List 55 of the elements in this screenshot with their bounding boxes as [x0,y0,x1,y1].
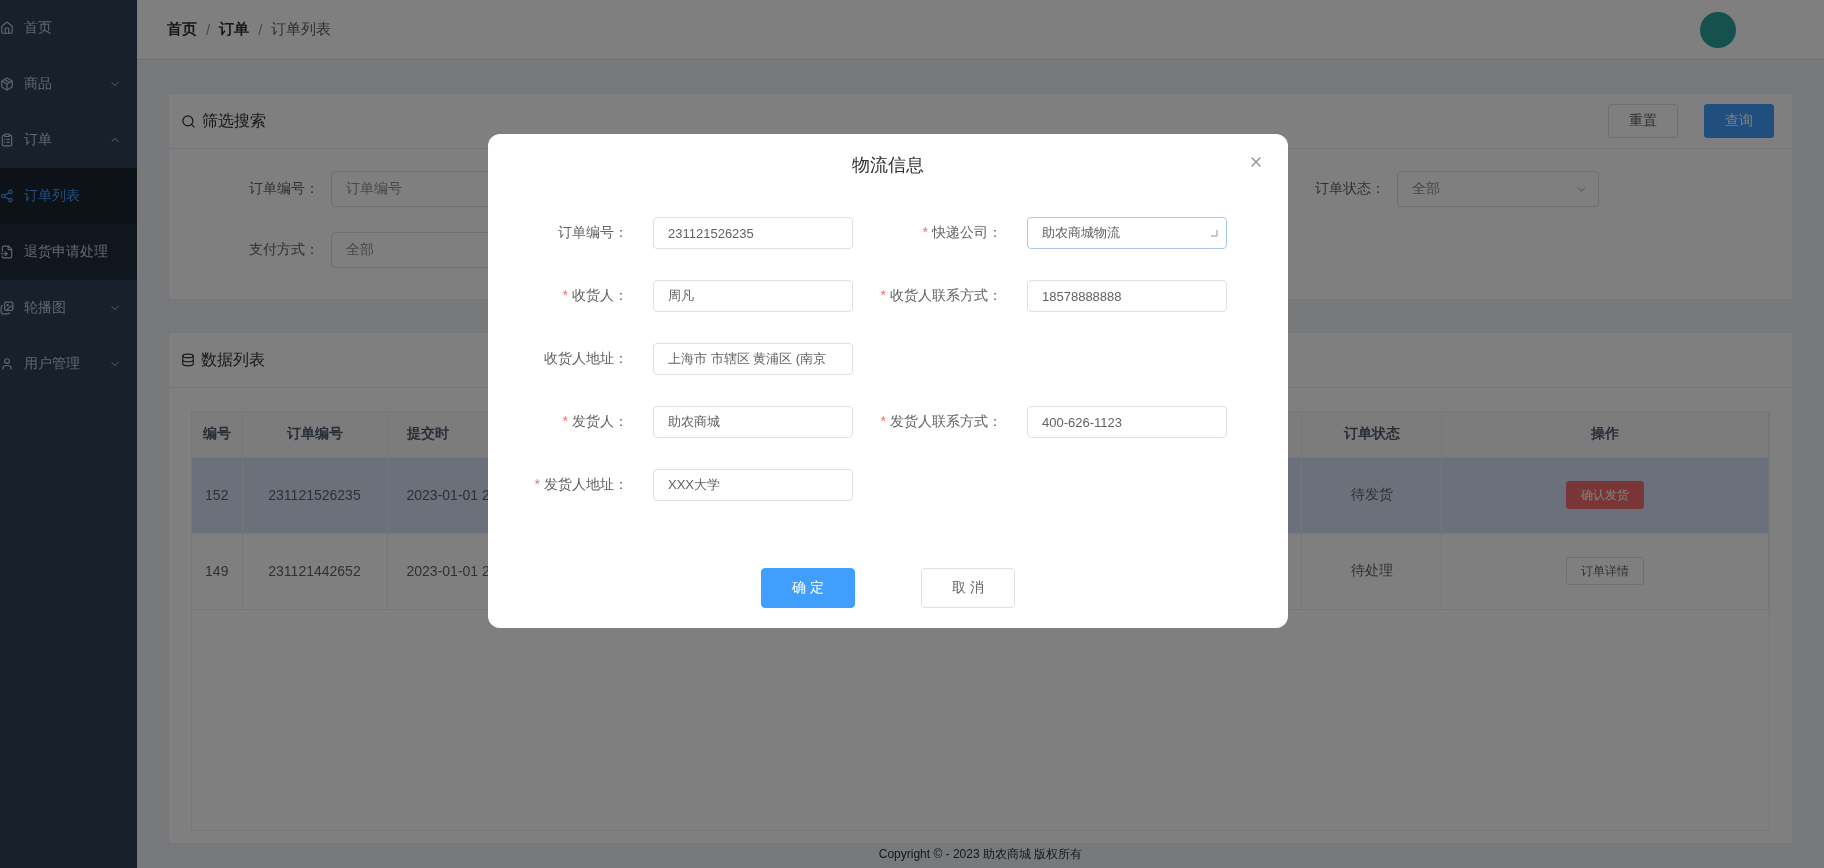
field-label: 支付方式： [248,241,319,259]
reset-button[interactable]: 重置 [1608,104,1678,138]
field-label: 订单编号： [557,224,629,242]
avatar[interactable] [1700,11,1736,48]
input-field[interactable]: 助农商城 [653,406,853,438]
card-title: 数据列表 [201,349,265,370]
input-field[interactable]: 231121526235 [653,217,853,249]
query-button[interactable]: 查询 [1704,104,1774,138]
field-label: 收货人地址： [543,350,629,368]
package-icon [0,77,14,91]
user-icon [0,357,14,371]
table-cell: 152 [192,457,242,533]
input-field[interactable]: 400-626-1123 [1027,406,1227,438]
column-header: 编号 [192,412,242,457]
cancel-button[interactable]: 取 消 [921,568,1015,608]
field-label: 订单状态： [1314,180,1385,198]
breadcrumb-item[interactable]: 订单 [219,20,250,39]
home-icon [0,21,14,35]
input-field[interactable]: 上海市 市辖区 黄浦区 (南京 [653,343,853,375]
breadcrumb-separator: / [258,21,263,38]
input-field[interactable]: 18578888888 [1027,280,1227,312]
select-field[interactable]: 助农商城物流 [1027,217,1227,249]
database-icon [181,353,195,367]
field-label: * 发货人联系方式： [879,413,1003,431]
action-button[interactable]: 确认发货 [1566,481,1644,509]
dialog-title: 物流信息 [852,154,924,177]
corner-icon [1210,229,1218,237]
images-icon [0,301,14,315]
confirm-button[interactable]: 确 定 [761,568,855,608]
table-cell: 待发货 [1301,457,1442,533]
field-label: * 收货人： [561,287,629,305]
breadcrumb-item[interactable]: 首页 [167,20,197,39]
card-title: 筛选搜索 [202,110,266,131]
input-field[interactable]: XXX大学 [653,469,853,501]
field-label: 订单编号： [248,180,319,198]
sidebar-item[interactable]: 订单列表 [0,168,137,224]
clipboard-icon [0,133,14,147]
action-button[interactable]: 订单详情 [1566,557,1644,585]
table-cell: 待处理 [1301,533,1442,609]
table-cell: 231121442652 [242,533,387,609]
field-label: * 快递公司： [921,224,1003,242]
share-icon [0,189,14,203]
table-cell: 231121526235 [242,457,387,533]
field-label: * 收货人联系方式： [879,287,1003,305]
document-icon [0,245,14,259]
breadcrumb-item: 订单列表 [271,20,332,39]
column-header: 订单编号 [242,412,387,457]
column-header: 订单状态 [1301,412,1442,457]
column-header: 操作 [1441,412,1769,457]
copyright-text: Copyright © - 2023 助农商城 版权所有 [877,846,1084,863]
table-cell: 149 [192,533,242,609]
breadcrumb-separator: / [206,21,211,38]
sidebar-item[interactable]: 退货申请处理 [0,224,137,280]
search-icon [181,113,196,129]
input-field[interactable]: 周凡 [653,280,853,312]
